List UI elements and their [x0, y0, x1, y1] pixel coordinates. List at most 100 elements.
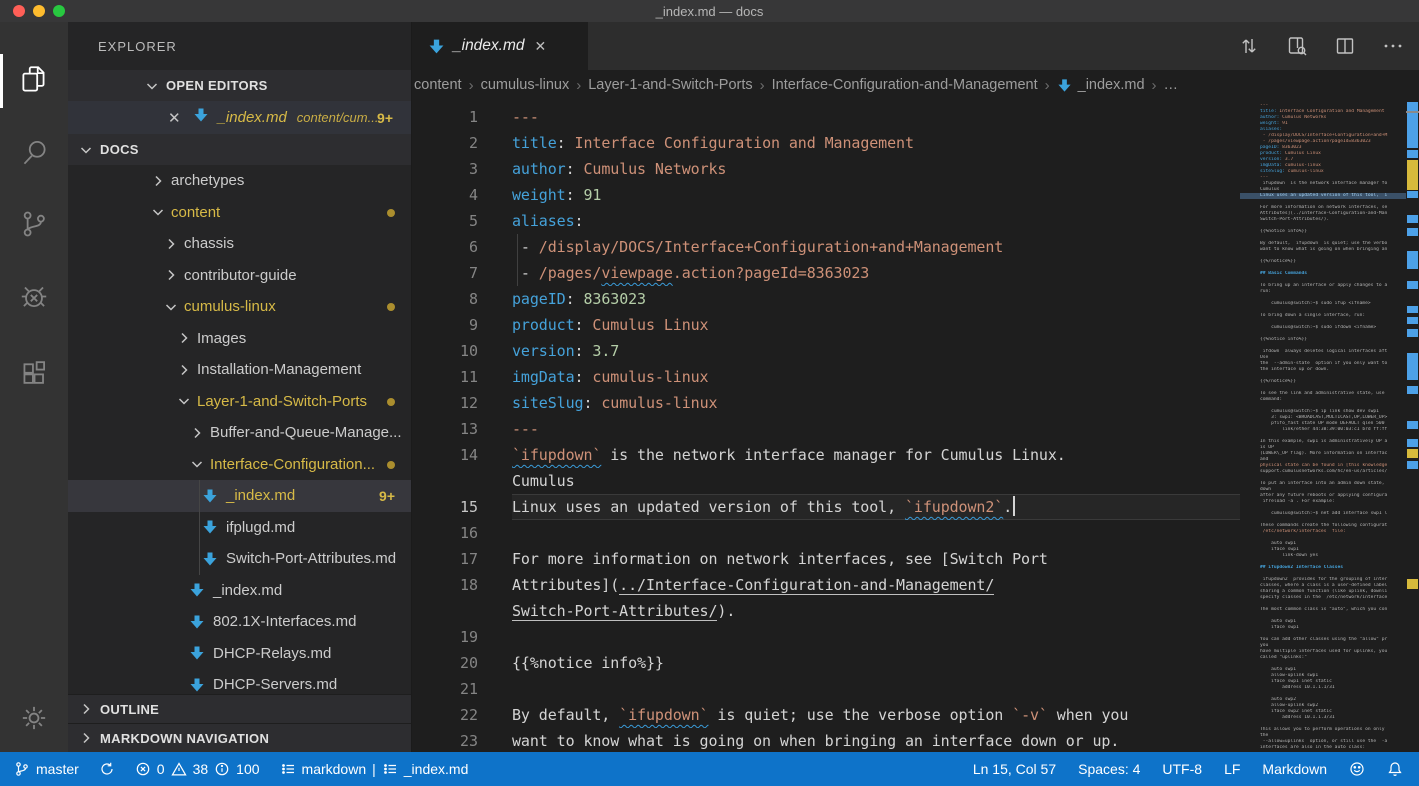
tree-item-interface-configuration-[interactable]: Interface-Configuration... — [68, 449, 411, 481]
tree-item-switch-port-attributes-md[interactable]: Switch-Port-Attributes.md — [68, 543, 411, 575]
info-mark — [1407, 281, 1418, 289]
debug-icon[interactable] — [0, 268, 68, 324]
line-number: 2 — [412, 130, 512, 156]
code-line-6: 6 - /display/DOCS/Interface+Configuratio… — [412, 234, 1240, 260]
warning-mark — [1407, 160, 1418, 190]
language-mode[interactable]: Markdown — [1262, 761, 1327, 777]
tree-item--index-md[interactable]: _index.md — [68, 575, 411, 607]
git-branch-status[interactable]: master — [14, 761, 79, 777]
tree-item--index-md[interactable]: _index.md9+ — [68, 480, 411, 512]
tree-item-dhcp-servers-md[interactable]: DHCP-Servers.md — [68, 669, 411, 693]
indent-guide — [517, 234, 518, 260]
minimap-line: The most common class is "auto", which y… — [1240, 607, 1406, 613]
minimap[interactable]: ---title: Interface Configuration and Ma… — [1240, 103, 1406, 752]
code-line-16: 16 — [412, 520, 1240, 546]
tree-item-content[interactable]: content — [68, 197, 411, 229]
chevron-down-icon — [78, 142, 94, 158]
open-editor-name: _index.md — [218, 109, 287, 126]
info-mark — [1407, 353, 1418, 380]
tree-item-buffer-and-queue-manage-[interactable]: Buffer-and-Queue-Manage... — [68, 417, 411, 449]
code-line-3: 3author: Cumulus Networks — [412, 156, 1240, 182]
line-content: By default, `ifupdown` is quiet; use the… — [512, 702, 1240, 728]
line-content: siteSlug: cumulus-linux — [512, 390, 1240, 416]
more-actions-icon[interactable] — [1381, 34, 1405, 58]
code-editor[interactable]: 1---2title: Interface Configuration and … — [412, 100, 1419, 752]
line-number: 19 — [412, 624, 512, 650]
line-number: 4 — [412, 182, 512, 208]
line-content: aliases: — [512, 208, 1240, 234]
breadcrumb-item-layer-1-and-switch-ports[interactable]: Layer-1-and-Switch-Ports — [588, 77, 752, 93]
breadcrumb-item--index-md[interactable]: _index.md — [1057, 77, 1145, 93]
open-changes-icon[interactable] — [1237, 34, 1261, 58]
markdownlint-status[interactable]: markdown|_index.md — [280, 761, 469, 777]
tab-index-md[interactable]: _index.md ✕ — [412, 22, 588, 70]
line-number: 6 — [412, 234, 512, 260]
tree-item-archetypes[interactable]: archetypes — [68, 165, 411, 197]
problems-status[interactable]: 038100 — [135, 761, 260, 777]
tree-item-ifplugd-md[interactable]: ifplugd.md — [68, 512, 411, 544]
status-bar: master 038100 markdown|_index.md Ln 15, Co… — [0, 752, 1419, 786]
breadcrumb-item--[interactable]: … — [1164, 77, 1179, 93]
breadcrumb-item-content[interactable]: content — [414, 77, 462, 93]
warning-mark — [1407, 449, 1418, 458]
code-line-15: 15Linux uses an updated version of this … — [412, 494, 1240, 520]
eol[interactable]: LF — [1224, 761, 1240, 777]
explorer-icon[interactable] — [0, 52, 68, 108]
tree-item-chassis[interactable]: chassis — [68, 228, 411, 260]
breadcrumb-item-interface-configuration-and-management[interactable]: Interface-Configuration-and-Management — [772, 77, 1038, 93]
close-window-button[interactable] — [13, 5, 25, 17]
split-editor-icon[interactable] — [1333, 34, 1357, 58]
markdown-file-icon — [428, 38, 445, 55]
tree-item-contributor-guide[interactable]: contributor-guide — [68, 260, 411, 292]
open-editor-item[interactable]: ✕ _index.md content/cum... 9+ — [68, 101, 411, 134]
settings-gear-icon[interactable] — [0, 690, 68, 746]
info-mark — [1407, 191, 1418, 198]
docs-section-header[interactable]: DOCS — [68, 134, 411, 165]
cursor-position[interactable]: Ln 15, Col 57 — [973, 761, 1056, 777]
info-mark — [1407, 102, 1418, 148]
tab-close-icon[interactable]: ✕ — [535, 38, 547, 55]
zoom-window-button[interactable] — [53, 5, 65, 17]
breadcrumb-item-cumulus-linux[interactable]: cumulus-linux — [481, 77, 570, 93]
open-preview-icon[interactable] — [1285, 34, 1309, 58]
close-editor-icon[interactable]: ✕ — [168, 109, 181, 127]
sidebar-title: EXPLORER — [68, 22, 411, 70]
tree-item-dhcp-relays-md[interactable]: DHCP-Relays.md — [68, 638, 411, 670]
line-content — [512, 676, 1240, 702]
sync-status[interactable] — [99, 761, 115, 777]
indentation[interactable]: Spaces: 4 — [1078, 761, 1140, 777]
minimize-window-button[interactable] — [33, 5, 45, 17]
code-line-1: 1--- — [412, 104, 1240, 130]
feedback[interactable] — [1349, 761, 1365, 777]
tree-item-label: contributor-guide — [184, 267, 297, 284]
tree-item-installation-management[interactable]: Installation-Management — [68, 354, 411, 386]
line-content: pageID: 8363023 — [512, 286, 1240, 312]
dirty-count-badge: 9+ — [377, 110, 393, 126]
tree-item-802-1x-interfaces-md[interactable]: 802.1X-Interfaces.md — [68, 606, 411, 638]
breadcrumb-separator: › — [1045, 77, 1050, 94]
chevron-down-icon — [176, 393, 192, 409]
markdown-navigation-section-header[interactable]: MARKDOWN NAVIGATION — [68, 723, 411, 752]
info-mark — [1407, 306, 1418, 313]
open-editors-header[interactable]: OPEN EDITORS — [68, 70, 411, 101]
code-line-wrap: Cumulus — [412, 468, 1240, 494]
modified-dot-badge — [387, 303, 395, 311]
code-line-11: 11imgData: cumulus-linux — [412, 364, 1240, 390]
extensions-icon[interactable] — [0, 340, 68, 396]
notifications[interactable] — [1387, 761, 1403, 777]
status-bar-right: Ln 15, Col 57 Spaces: 4 UTF-8 LF Markdown — [973, 761, 1419, 777]
encoding[interactable]: UTF-8 — [1162, 761, 1202, 777]
search-icon[interactable] — [0, 124, 68, 180]
tree-item-layer-1-and-switch-ports[interactable]: Layer-1-and-Switch-Ports — [68, 386, 411, 418]
minimap-line: Linux uses an updated version of this to… — [1240, 193, 1406, 199]
text-cursor — [1013, 496, 1015, 516]
markdown-file-icon — [1057, 78, 1072, 93]
code-line-23: 23want to know what is going on when bri… — [412, 728, 1240, 752]
line-content: Switch-Port-Attributes/). — [512, 598, 1240, 624]
window-controls — [13, 5, 65, 17]
overview-ruler[interactable] — [1406, 100, 1419, 752]
source-control-icon[interactable] — [0, 196, 68, 252]
tree-item-images[interactable]: Images — [68, 323, 411, 355]
outline-section-header[interactable]: OUTLINE — [68, 694, 411, 723]
tree-item-cumulus-linux[interactable]: cumulus-linux — [68, 291, 411, 323]
